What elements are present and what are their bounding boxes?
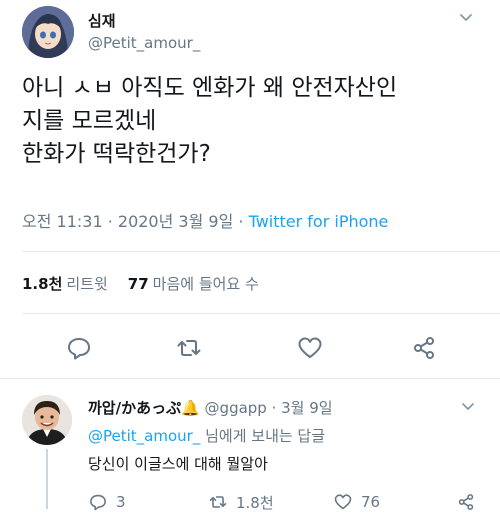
display-name[interactable]: 까압/かあっぷ🔔 — [88, 399, 200, 417]
like-count: 76 — [361, 493, 381, 511]
display-name[interactable]: 심재 — [88, 10, 116, 31]
meta-separator: · — [233, 212, 249, 231]
share-button[interactable] — [456, 491, 484, 513]
timestamp[interactable]: 오전 11:31 · 2020년 3월 9일 — [22, 212, 233, 231]
tweet-text-line: 지를 모르겠네 — [22, 108, 157, 134]
reply-tweet[interactable]: 까압/かあっぷ🔔 @ggapp · 3월 9일 @Petit_amour_ 님에… — [0, 383, 500, 527]
reply-text: 당신이 이글스에 대해 뭘알아 — [88, 455, 268, 473]
tweet-stats: 1.8천 리트윗 77 마음에 들어요 수 — [22, 273, 259, 294]
reply-date[interactable]: 3월 9일 — [281, 399, 332, 417]
reply-button[interactable]: 3 — [88, 491, 126, 513]
share-icon — [458, 494, 474, 510]
avatar-illustration — [22, 395, 72, 445]
source-link[interactable]: Twitter for iPhone — [249, 212, 389, 231]
divider — [0, 378, 500, 379]
reply-actions: 3 1.8천 76 — [88, 491, 488, 513]
meta-separator: · — [266, 399, 282, 417]
like-button[interactable]: 76 — [333, 491, 380, 513]
retweet-icon — [209, 496, 227, 508]
tweet-text-line: 한화가 떡락한건가? — [22, 141, 211, 167]
reply-icon — [90, 494, 106, 511]
avatar-illustration — [22, 6, 74, 58]
tweet-text-line: 아니 ㅅㅂ 아직도 엔화가 왜 안전자산인 — [22, 75, 398, 101]
retweet-count: 1.8천 — [236, 493, 274, 512]
reply-icon[interactable] — [65, 334, 93, 362]
likes-count: 77 — [127, 275, 149, 293]
user-handle[interactable]: @Petit_amour_ — [88, 34, 200, 52]
like-icon[interactable] — [296, 334, 324, 362]
chevron-down-icon[interactable] — [458, 10, 474, 26]
likes-label: 마음에 들어요 수 — [152, 275, 259, 293]
avatar[interactable] — [22, 6, 74, 58]
thread-line — [46, 449, 48, 509]
retweet-button[interactable]: 1.8천 — [208, 491, 274, 513]
chevron-down-icon[interactable] — [460, 399, 476, 415]
tweet-actions — [0, 334, 500, 364]
likes-stat[interactable]: 77 마음에 들어요 수 — [128, 275, 259, 293]
divider — [22, 251, 500, 252]
tweet-meta: 오전 11:31 · 2020년 3월 9일 · Twitter for iPh… — [22, 208, 388, 232]
share-icon[interactable] — [410, 334, 438, 362]
retweet-icon[interactable] — [175, 334, 203, 362]
divider — [22, 313, 500, 314]
reply-header: 까압/かあっぷ🔔 @ggapp · 3월 9일 — [88, 397, 333, 418]
mention-link[interactable]: @Petit_amour_ — [88, 427, 200, 445]
tweet-text: 아니 ㅅㅂ 아직도 엔화가 왜 안전자산인 지를 모르겠네 한화가 떡락한건가? — [22, 72, 492, 171]
like-icon — [334, 494, 352, 510]
reply-count: 3 — [116, 493, 126, 511]
avatar[interactable] — [22, 395, 72, 445]
replying-to-suffix: 님에게 보내는 답글 — [200, 427, 326, 445]
user-handle[interactable]: @ggapp — [205, 399, 267, 417]
retweets-stat[interactable]: 1.8천 리트윗 — [22, 275, 108, 293]
retweets-count: 1.8천 — [22, 275, 63, 293]
replying-to: @Petit_amour_ 님에게 보내는 답글 — [88, 425, 325, 446]
retweets-label: 리트윗 — [66, 275, 108, 293]
